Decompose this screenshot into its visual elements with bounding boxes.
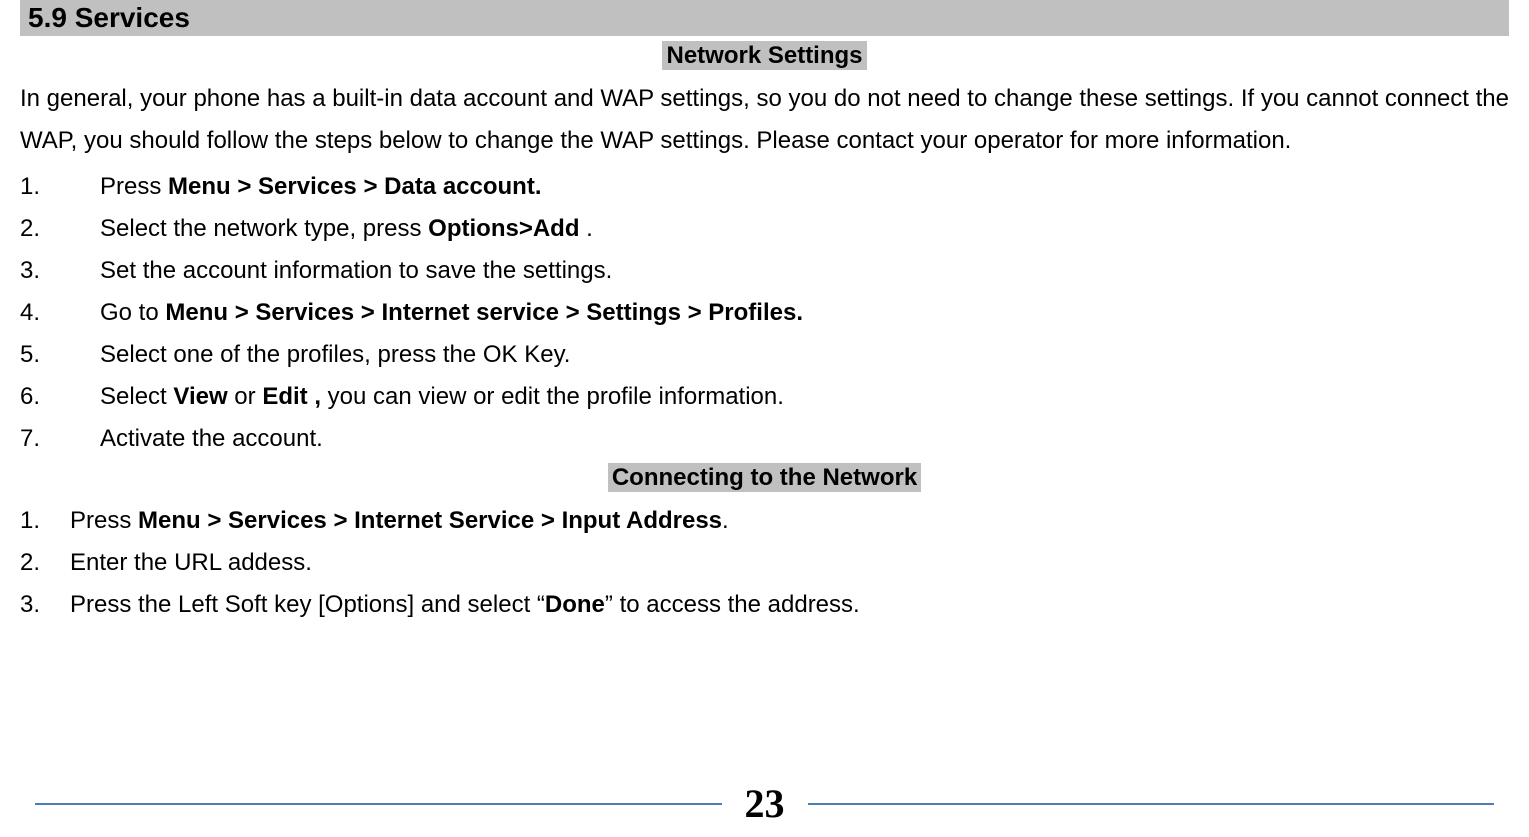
step-prefix: Go to (100, 299, 165, 326)
intro-paragraph: In general, your phone has a built-in da… (20, 78, 1509, 162)
subsection-connecting: Connecting to the Network (20, 464, 1509, 492)
list-number: 5. (20, 334, 100, 376)
document-content: 5.9 Services Network Settings In general… (0, 0, 1529, 626)
subsection-network-settings: Network Settings (20, 42, 1509, 70)
list-item: 1. Press Menu > Services > Data account. (20, 166, 1509, 208)
list-number: 3. (20, 584, 70, 626)
footer-line-right (808, 803, 1495, 805)
list-number: 7. (20, 418, 100, 460)
list-item: 7. Activate the account. (20, 418, 1509, 460)
section-heading: 5.9 Services (20, 0, 1509, 36)
list-item: 3. Press the Left Soft key [Options] and… (20, 584, 1509, 626)
list-text: Set the account information to save the … (100, 250, 1509, 292)
list-item: 1. Press Menu > Services > Internet Serv… (20, 500, 1509, 542)
step-bold: Options>Add (428, 215, 579, 242)
list-text: Press Menu > Services > Data account. (100, 166, 1509, 208)
network-settings-steps: 1. Press Menu > Services > Data account.… (20, 166, 1509, 460)
list-number: 1. (20, 500, 70, 542)
step-prefix: Press (70, 507, 138, 534)
list-text: Activate the account. (100, 418, 1509, 460)
step-prefix: Select one of the profiles, press the OK… (100, 341, 570, 368)
list-text: Select the network type, press Options>A… (100, 208, 1509, 250)
step-prefix: Activate the account. (100, 425, 323, 452)
list-item: 4. Go to Menu > Services > Internet serv… (20, 292, 1509, 334)
list-number: 6. (20, 376, 100, 418)
step-bold: Menu > Services > Internet service > Set… (165, 299, 803, 326)
list-number: 1. (20, 166, 100, 208)
step-prefix: Press (100, 173, 168, 200)
step-suffix: ” to access the address. (605, 591, 860, 618)
step-bold: Done (545, 591, 605, 618)
page-number: 23 (737, 780, 793, 827)
step-bold: Menu > Services > Internet Service > Inp… (138, 507, 722, 534)
step-bold: View (173, 383, 227, 410)
list-text: Press Menu > Services > Internet Service… (70, 500, 1509, 542)
list-item: 5. Select one of the profiles, press the… (20, 334, 1509, 376)
step-bold2: Edit , (262, 383, 321, 410)
step-suffix: . (580, 215, 593, 242)
list-item: 2. Enter the URL addess. (20, 542, 1509, 584)
list-number: 2. (20, 208, 100, 250)
list-number: 4. (20, 292, 100, 334)
list-text: Go to Menu > Services > Internet service… (100, 292, 1509, 334)
list-number: 3. (20, 250, 100, 292)
list-item: 2. Select the network type, press Option… (20, 208, 1509, 250)
step-mid: or (228, 383, 263, 410)
list-text: Select one of the profiles, press the OK… (100, 334, 1509, 376)
subsection-title: Connecting to the Network (608, 463, 921, 492)
step-prefix: Press the Left Soft key [Options] and se… (70, 591, 545, 618)
list-text: Select View or Edit , you can view or ed… (100, 376, 1509, 418)
step-suffix: you can view or edit the profile informa… (321, 383, 784, 410)
list-text: Press the Left Soft key [Options] and se… (70, 584, 1509, 626)
step-suffix: . (722, 507, 729, 534)
list-number: 2. (20, 542, 70, 584)
page-footer: 23 (0, 780, 1529, 827)
step-prefix: Enter the URL addess. (70, 549, 312, 576)
list-item: 6. Select View or Edit , you can view or… (20, 376, 1509, 418)
connecting-steps: 1. Press Menu > Services > Internet Serv… (20, 500, 1509, 626)
step-prefix: Select (100, 383, 173, 410)
footer-line-left (35, 803, 722, 805)
step-prefix: Select the network type, press (100, 215, 428, 242)
step-bold: Menu > Services > Data account. (168, 173, 542, 200)
list-text: Enter the URL addess. (70, 542, 1509, 584)
step-prefix: Set the account information to save the … (100, 257, 612, 284)
subsection-title: Network Settings (662, 41, 866, 70)
list-item: 3. Set the account information to save t… (20, 250, 1509, 292)
